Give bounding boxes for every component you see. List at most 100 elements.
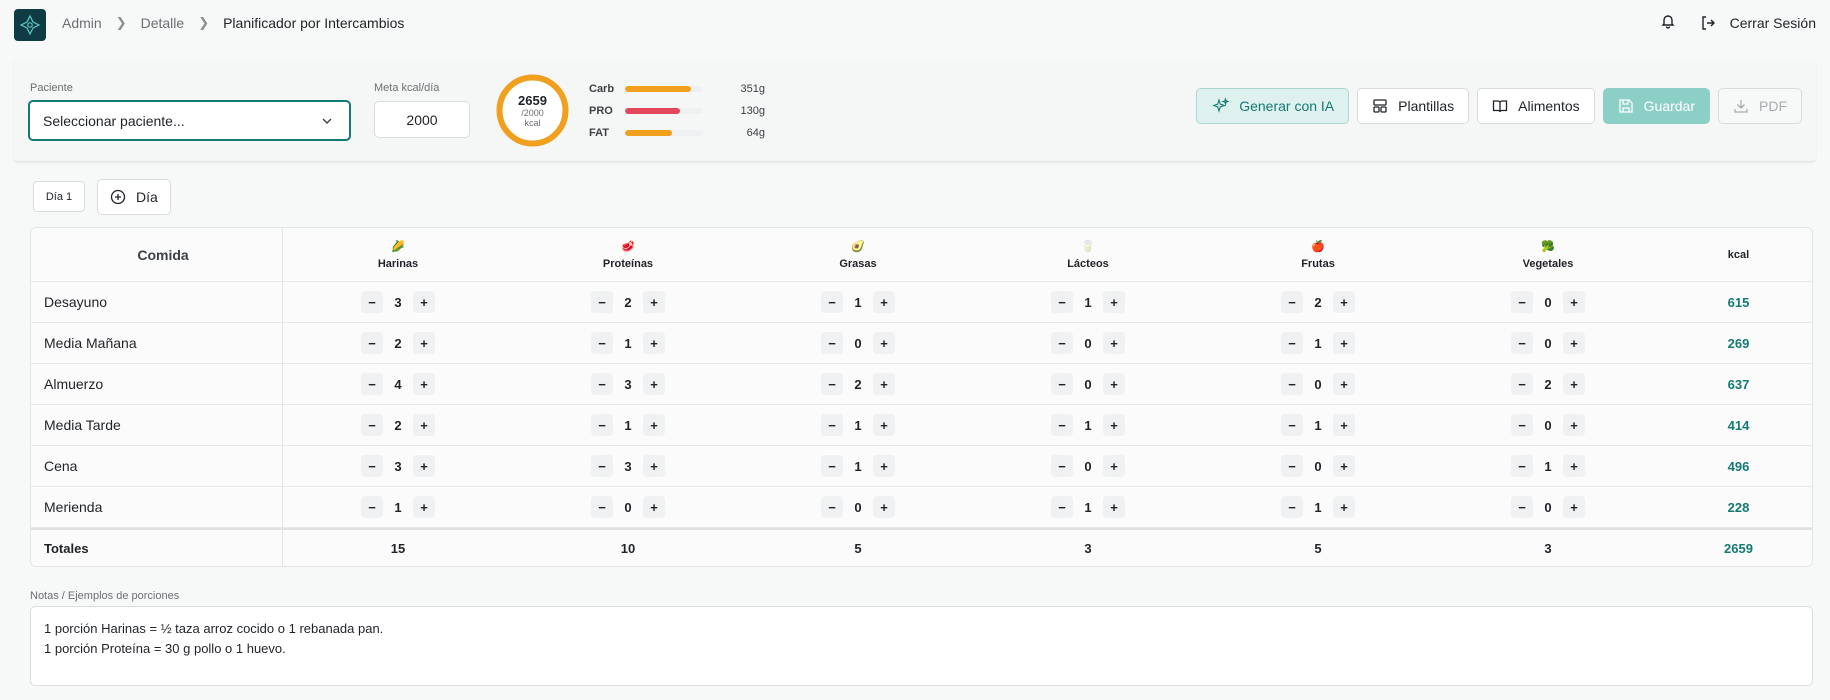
increment-button[interactable]: + (643, 373, 665, 395)
decrement-button[interactable]: − (361, 496, 383, 518)
decrement-button[interactable]: − (1281, 332, 1303, 354)
decrement-button[interactable]: − (361, 455, 383, 477)
decrement-button[interactable]: − (1051, 496, 1073, 518)
increment-button[interactable]: + (1103, 496, 1125, 518)
bell-icon[interactable] (1660, 13, 1676, 32)
decrement-button[interactable]: − (591, 496, 613, 518)
increment-button[interactable]: + (1103, 291, 1125, 313)
portion-stepper: −4 + (283, 373, 513, 395)
notes-textarea[interactable]: 1 porción Harinas = ½ taza arroz cocido … (30, 606, 1813, 686)
decrement-button[interactable]: − (1511, 373, 1533, 395)
increment-button[interactable]: + (1563, 332, 1585, 354)
portion-stepper: −1 + (513, 414, 743, 436)
pdf-button[interactable]: PDF (1718, 88, 1802, 124)
decrement-button[interactable]: − (1281, 496, 1303, 518)
increment-button[interactable]: + (643, 455, 665, 477)
increment-button[interactable]: + (1563, 373, 1585, 395)
portion-value: 2 (1544, 376, 1552, 392)
increment-button[interactable]: + (1563, 496, 1585, 518)
increment-button[interactable]: + (1563, 414, 1585, 436)
increment-button[interactable]: + (413, 455, 435, 477)
decrement-button[interactable]: − (591, 414, 613, 436)
decrement-button[interactable]: − (1511, 414, 1533, 436)
decrement-button[interactable]: − (591, 332, 613, 354)
increment-button[interactable]: + (643, 496, 665, 518)
decrement-button[interactable]: − (361, 291, 383, 313)
tab-day-1[interactable]: Día 1 (33, 181, 85, 212)
decrement-button[interactable]: − (361, 332, 383, 354)
decrement-button[interactable]: − (821, 414, 843, 436)
foods-button[interactable]: Alimentos (1477, 88, 1595, 124)
decrement-button[interactable]: − (1511, 496, 1533, 518)
increment-button[interactable]: + (1333, 496, 1355, 518)
goal-kcal-input[interactable]: 2000 (374, 101, 470, 138)
decrement-button[interactable]: − (1051, 414, 1073, 436)
increment-button[interactable]: + (1563, 455, 1585, 477)
increment-button[interactable]: + (873, 291, 895, 313)
increment-button[interactable]: + (1333, 414, 1355, 436)
meal-name: Almuerzo (31, 364, 283, 404)
generate-ai-button[interactable]: Generar con IA (1196, 88, 1350, 124)
decrement-button[interactable]: − (1051, 455, 1073, 477)
decrement-button[interactable]: − (1051, 373, 1073, 395)
decrement-button[interactable]: − (1281, 414, 1303, 436)
decrement-button[interactable]: − (1281, 291, 1303, 313)
increment-button[interactable]: + (1333, 373, 1355, 395)
decrement-button[interactable]: − (1051, 332, 1073, 354)
increment-button[interactable]: + (1333, 291, 1355, 313)
portion-stepper: −3 + (283, 291, 513, 313)
increment-button[interactable]: + (873, 496, 895, 518)
decrement-button[interactable]: − (821, 455, 843, 477)
decrement-button[interactable]: − (1281, 373, 1303, 395)
increment-button[interactable]: + (1333, 332, 1355, 354)
breadcrumb-detalle[interactable]: Detalle (141, 15, 185, 31)
increment-button[interactable]: + (643, 332, 665, 354)
increment-button[interactable]: + (873, 373, 895, 395)
increment-button[interactable]: + (1103, 455, 1125, 477)
increment-button[interactable]: + (873, 455, 895, 477)
decrement-button[interactable]: − (361, 373, 383, 395)
increment-button[interactable]: + (873, 414, 895, 436)
portion-value: 1 (1084, 294, 1092, 310)
increment-button[interactable]: + (413, 414, 435, 436)
increment-button[interactable]: + (413, 291, 435, 313)
patient-select[interactable]: Seleccionar paciente... (28, 100, 351, 141)
decrement-button[interactable]: − (591, 291, 613, 313)
increment-button[interactable]: + (643, 414, 665, 436)
increment-button[interactable]: + (413, 373, 435, 395)
decrement-button[interactable]: − (821, 373, 843, 395)
meal-name: Merienda (31, 487, 283, 527)
decrement-button[interactable]: − (591, 455, 613, 477)
meal-name: Desayuno (31, 282, 283, 322)
increment-button[interactable]: + (1103, 414, 1125, 436)
exchange-cell: −4 + (283, 364, 513, 404)
increment-button[interactable]: + (413, 332, 435, 354)
increment-button[interactable]: + (643, 291, 665, 313)
save-button[interactable]: Guardar (1602, 88, 1710, 124)
decrement-button[interactable]: − (821, 291, 843, 313)
decrement-button[interactable]: − (821, 496, 843, 518)
app-logo[interactable] (14, 9, 46, 41)
increment-button[interactable]: + (413, 496, 435, 518)
decrement-button[interactable]: − (1511, 455, 1533, 477)
portion-stepper: −0 + (973, 332, 1203, 354)
breadcrumb-admin[interactable]: Admin (62, 15, 102, 31)
increment-button[interactable]: + (1103, 332, 1125, 354)
decrement-button[interactable]: − (1051, 291, 1073, 313)
decrement-button[interactable]: − (361, 414, 383, 436)
top-bar: Admin ❯ Detalle ❯ Planificador por Inter… (0, 0, 1830, 48)
increment-button[interactable]: + (1103, 373, 1125, 395)
logout-button[interactable]: Cerrar Sesión (1700, 15, 1816, 31)
increment-button[interactable]: + (1563, 291, 1585, 313)
portion-stepper: −0 + (973, 455, 1203, 477)
decrement-button[interactable]: − (1281, 455, 1303, 477)
decrement-button[interactable]: − (591, 373, 613, 395)
increment-button[interactable]: + (873, 332, 895, 354)
add-day-button[interactable]: Día (97, 179, 171, 215)
decrement-button[interactable]: − (1511, 332, 1533, 354)
decrement-button[interactable]: − (1511, 291, 1533, 313)
increment-button[interactable]: + (1333, 455, 1355, 477)
exchange-cell: −2 + (1203, 282, 1433, 322)
templates-button[interactable]: Plantillas (1357, 88, 1470, 124)
decrement-button[interactable]: − (821, 332, 843, 354)
